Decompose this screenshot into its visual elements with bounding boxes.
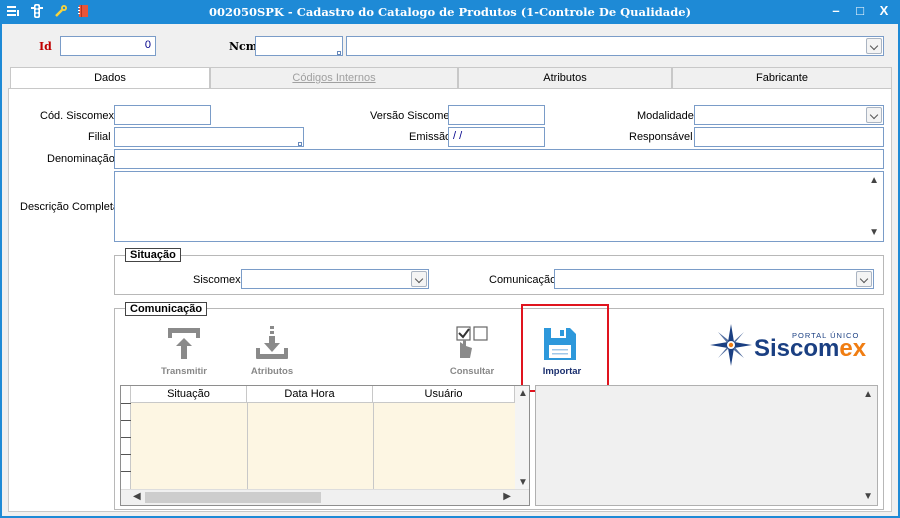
- id-field[interactable]: 0: [60, 36, 156, 56]
- scroll-down-icon[interactable]: ▼: [869, 227, 879, 238]
- situacao-comunicacao-select[interactable]: [554, 269, 874, 289]
- horizontal-scrollbar[interactable]: ◀ ▶: [121, 489, 529, 505]
- chevron-down-icon[interactable]: [856, 271, 872, 287]
- cod-siscomex-field[interactable]: [114, 105, 211, 125]
- filial-field[interactable]: [114, 127, 304, 147]
- filial-label: Filial: [88, 131, 111, 143]
- responsavel-field[interactable]: [694, 127, 884, 147]
- responsavel-label: Responsável: [629, 131, 693, 143]
- cod-siscomex-label: Cód. Siscomex: [40, 110, 114, 122]
- emissao-date-field[interactable]: / /: [448, 127, 545, 147]
- scroll-down-icon[interactable]: ▼: [863, 491, 873, 502]
- emissao-value: / /: [453, 130, 463, 142]
- scroll-up-icon[interactable]: ▲: [869, 175, 879, 186]
- scroll-right-icon[interactable]: ▶: [503, 491, 511, 502]
- ncm-field[interactable]: [255, 36, 343, 56]
- checkbox-touch-icon: [454, 326, 494, 365]
- row-indicator-column: [121, 386, 131, 504]
- maximize-button[interactable]: □: [850, 3, 870, 19]
- situacao-siscomex-label: Siscomex: [193, 274, 241, 286]
- denominacao-label: Denominação: [47, 153, 115, 165]
- situacao-siscomex-select[interactable]: [241, 269, 429, 289]
- transmitir-button[interactable]: Transmitir: [152, 326, 216, 378]
- consultar-button[interactable]: Consultar: [440, 326, 504, 378]
- transmitir-label: Transmitir: [161, 366, 207, 377]
- atributos-button[interactable]: Atributos: [240, 326, 304, 378]
- tab-atributos[interactable]: Atributos: [458, 67, 672, 88]
- minimize-button[interactable]: –: [826, 3, 846, 19]
- tab-codigos-internos[interactable]: Códigos Internos: [210, 67, 458, 88]
- download-tray-icon: [254, 326, 290, 363]
- tab-dados[interactable]: Dados: [10, 67, 210, 89]
- vertical-scrollbar[interactable]: ▲ ▼: [515, 386, 529, 490]
- grid-header-data-hora[interactable]: Data Hora: [247, 386, 373, 403]
- situacao-legend: Situação: [125, 248, 181, 262]
- lookup-icon[interactable]: [337, 51, 341, 55]
- window-title: 002050SPK - Cadastro do Catalogo de Prod…: [208, 5, 692, 19]
- versao-siscomex-label: Versão Siscomex: [370, 110, 455, 122]
- modalidade-select[interactable]: [694, 105, 884, 125]
- descricao-textarea[interactable]: ▲ ▼: [114, 171, 884, 242]
- importar-highlight-box: [521, 304, 609, 392]
- comunicacao-detail-memo[interactable]: ▲ ▼: [535, 385, 878, 506]
- grid-header-usuario[interactable]: Usuário: [373, 386, 515, 403]
- chevron-down-icon[interactable]: [411, 271, 427, 287]
- ncm-label: Ncm: [229, 40, 258, 53]
- grid-body[interactable]: [131, 403, 515, 489]
- id-value: 0: [144, 39, 151, 51]
- modalidade-label: Modalidade: [637, 110, 694, 122]
- ncm-description-select[interactable]: [346, 36, 884, 56]
- denominacao-field[interactable]: [114, 149, 884, 169]
- logo-word-a: Siscom: [754, 335, 840, 362]
- comunicacao-legend: Comunicação: [125, 302, 208, 316]
- siscomex-logo: PORTAL ÚNICO Siscomex: [708, 322, 868, 368]
- grid-header-situacao[interactable]: Situação: [131, 386, 247, 403]
- situacao-comunicacao-label: Comunicação: [489, 274, 557, 286]
- id-label: Id: [39, 40, 52, 53]
- emissao-label: Emissão: [409, 131, 452, 143]
- versao-siscomex-field[interactable]: [448, 105, 545, 125]
- logo-word-b: ex: [839, 335, 867, 362]
- scroll-up-icon[interactable]: ▲: [518, 388, 528, 399]
- lookup-icon[interactable]: [298, 142, 302, 146]
- consultar-label: Consultar: [449, 366, 495, 377]
- scroll-thumb[interactable]: [145, 492, 321, 503]
- descricao-label: Descrição Completa: [20, 201, 120, 213]
- close-button[interactable]: X: [874, 3, 894, 19]
- transmit-icon: [166, 326, 202, 363]
- title-bar: 002050SPK - Cadastro do Catalogo de Prod…: [0, 0, 900, 24]
- chevron-down-icon[interactable]: [866, 107, 882, 123]
- compass-star-icon: [710, 324, 752, 366]
- scroll-down-icon[interactable]: ▼: [518, 477, 528, 488]
- scroll-up-icon[interactable]: ▲: [863, 389, 873, 400]
- comunicacao-grid[interactable]: Situação Data Hora Usuário ▲ ▼ ◀ ▶: [120, 385, 530, 506]
- chevron-down-icon[interactable]: [866, 38, 882, 54]
- tab-bar: Dados Códigos Internos Atributos Fabrica…: [10, 67, 892, 89]
- tab-fabricante[interactable]: Fabricante: [672, 67, 892, 88]
- scroll-left-icon[interactable]: ◀: [133, 491, 141, 502]
- atributos-label: Atributos: [250, 366, 294, 377]
